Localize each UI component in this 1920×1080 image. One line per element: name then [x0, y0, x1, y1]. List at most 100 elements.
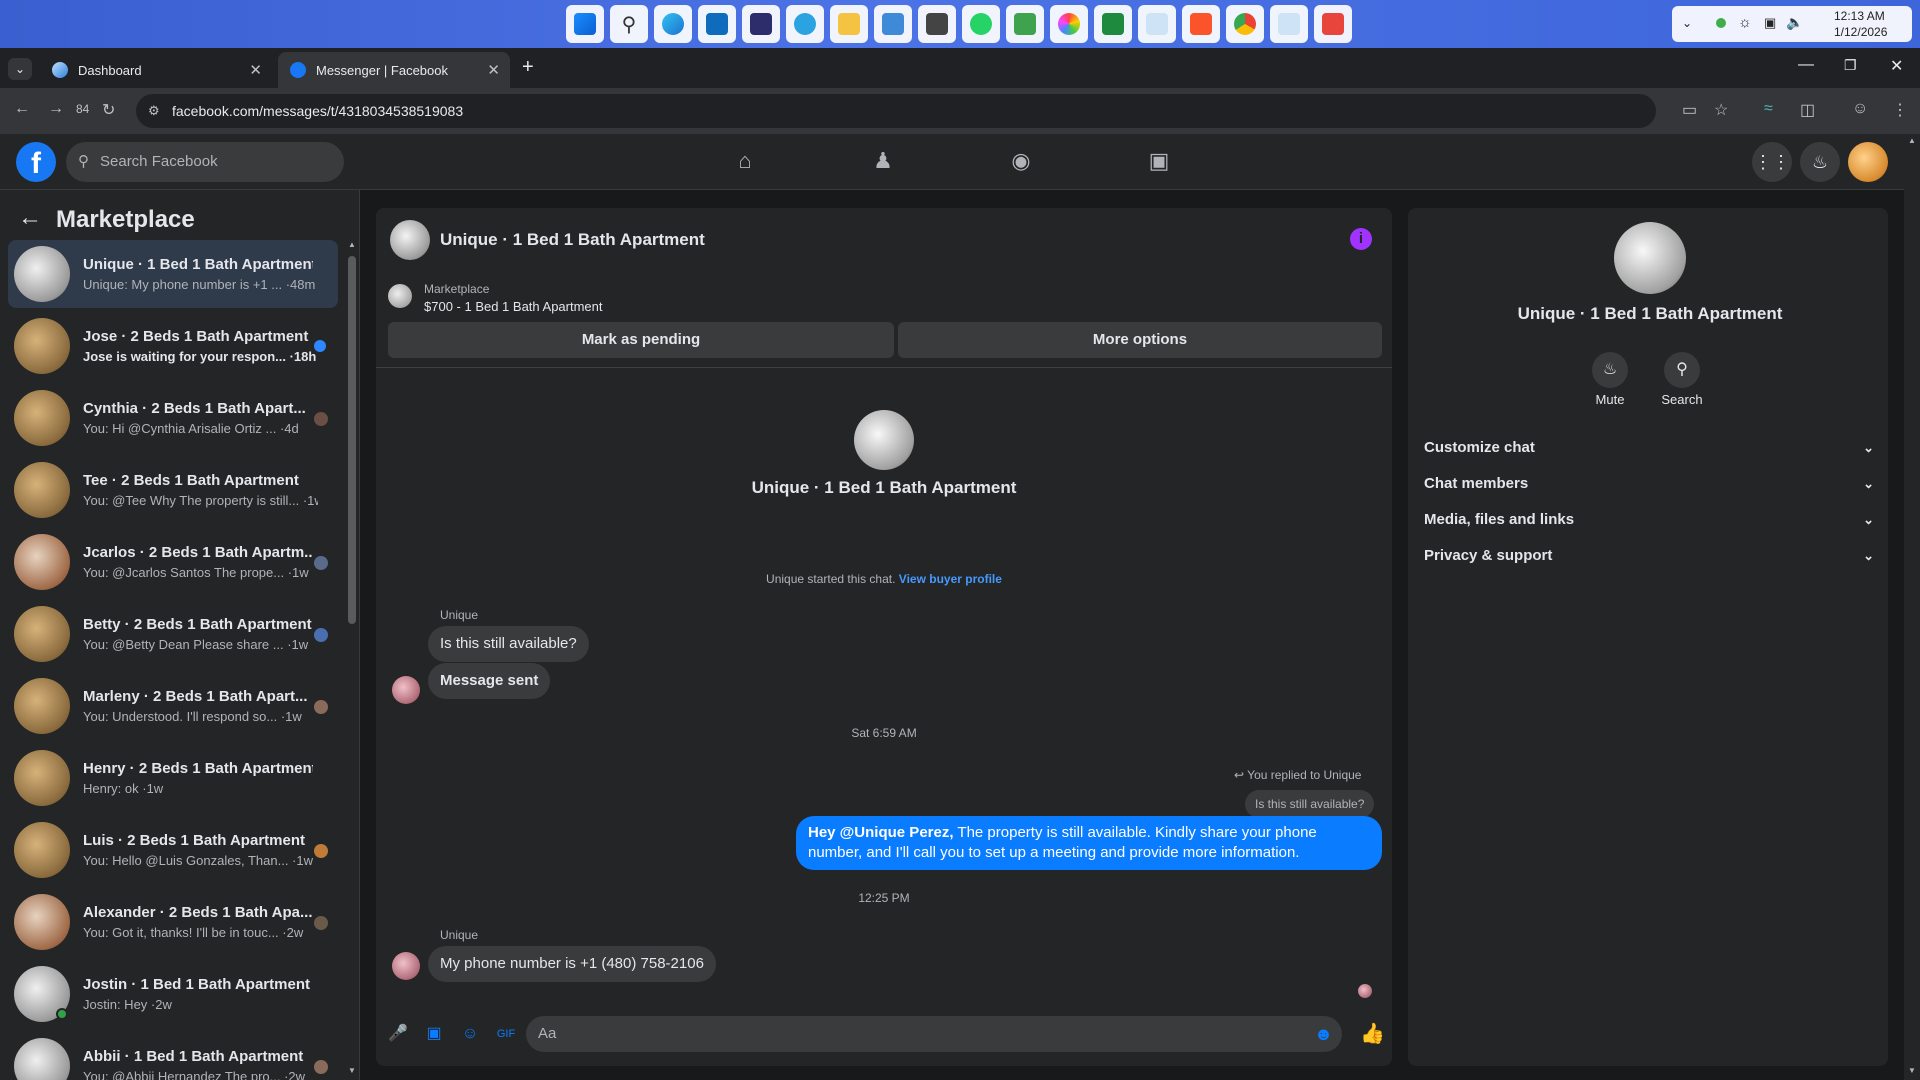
- emoji-icon[interactable]: ☻: [1314, 1016, 1333, 1052]
- back-arrow-icon[interactable]: ←: [18, 204, 42, 232]
- sticker-icon[interactable]: ☺: [460, 1024, 480, 1044]
- conversation-item[interactable]: Cynthia · 2 Beds 1 Bath Apart... You: Hi…: [8, 384, 338, 452]
- chat-avatar[interactable]: [390, 220, 430, 260]
- new-tab-icon[interactable]: +: [522, 56, 534, 79]
- conversation-item[interactable]: Unique · 1 Bed 1 Bath Apartment Unique: …: [8, 240, 338, 308]
- restore-icon[interactable]: ❐: [1844, 57, 1857, 74]
- account-avatar[interactable]: [1848, 142, 1888, 182]
- mute-bell-icon[interactable]: ♨: [1592, 352, 1628, 388]
- privacy-support-section[interactable]: Privacy & support ⌄: [1424, 538, 1874, 574]
- search-icon[interactable]: ⚲: [610, 5, 648, 43]
- reply-quote[interactable]: Is this still available?: [1245, 790, 1375, 818]
- scroll-up-icon[interactable]: ▲: [348, 240, 356, 249]
- tab-search-icon[interactable]: ⌄: [8, 58, 32, 80]
- notifications-bell-icon[interactable]: ♨: [1800, 142, 1840, 182]
- extension-badge[interactable]: 84: [76, 102, 89, 116]
- conversation-list-scrollbar[interactable]: [348, 256, 356, 624]
- edge-icon[interactable]: [654, 5, 692, 43]
- incoming-message[interactable]: Is this still available?: [428, 626, 589, 662]
- microphone-icon[interactable]: 🎤: [388, 1024, 408, 1044]
- close-tab-icon[interactable]: ✕: [249, 61, 262, 79]
- mark-as-pending-button[interactable]: Mark as pending: [388, 322, 894, 358]
- facebook-logo-icon[interactable]: f: [16, 142, 56, 182]
- chat-members-section[interactable]: Chat members ⌄: [1424, 466, 1874, 502]
- conversation-item[interactable]: Jostin · 1 Bed 1 Bath Apartment Jostin: …: [8, 960, 338, 1028]
- facebook-search-input[interactable]: ⚲ Search Facebook: [66, 142, 344, 182]
- chat-title[interactable]: Unique · 1 Bed 1 Bath Apartment: [440, 230, 705, 250]
- brightness-icon[interactable]: ☼: [1738, 14, 1752, 31]
- search-label[interactable]: Search: [1652, 392, 1712, 407]
- mention[interactable]: Hey @Unique Perez,: [808, 824, 954, 841]
- conversation-item[interactable]: Tee · 2 Beds 1 Bath Apartment You: @Tee …: [8, 456, 338, 524]
- extension-icon[interactable]: ≈: [1764, 100, 1773, 118]
- home-icon[interactable]: ⌂: [731, 148, 759, 176]
- outgoing-message[interactable]: Hey @Unique Perez, The property is still…: [796, 816, 1382, 870]
- conversation-item[interactable]: Jcarlos · 2 Beds 1 Bath Apartm... You: @…: [8, 528, 338, 596]
- file-explorer-icon[interactable]: [830, 5, 868, 43]
- tab-dashboard[interactable]: Dashboard ✕: [40, 52, 272, 88]
- sail-app-2-icon[interactable]: [1270, 5, 1308, 43]
- color-app-icon[interactable]: [1050, 5, 1088, 43]
- profile-avatar[interactable]: [1614, 222, 1686, 294]
- mute-label[interactable]: Mute: [1580, 392, 1640, 407]
- message-input[interactable]: Aa ☻: [526, 1016, 1342, 1052]
- address-bar[interactable]: ⚙ facebook.com/messages/t/43180345385190…: [136, 94, 1656, 128]
- gaming-icon[interactable]: ▣: [1145, 148, 1173, 176]
- info-icon[interactable]: i: [1350, 228, 1372, 250]
- clock-time[interactable]: 12:13 AM: [1834, 9, 1885, 23]
- incoming-message[interactable]: Message sent: [428, 663, 551, 699]
- minimize-icon[interactable]: —: [1798, 56, 1814, 74]
- browser-menu-icon[interactable]: ⋮: [1892, 100, 1908, 120]
- extensions-puzzle-icon[interactable]: ◫: [1800, 100, 1815, 120]
- gif-icon[interactable]: GIF: [496, 1024, 516, 1044]
- outlook-icon[interactable]: [698, 5, 736, 43]
- conversation-item[interactable]: Abbii · 1 Bed 1 Bath Apartment You: @Abb…: [8, 1032, 338, 1080]
- photo-icon[interactable]: ▣: [424, 1024, 444, 1044]
- store-icon[interactable]: [742, 5, 780, 43]
- conversation-item[interactable]: Henry · 2 Beds 1 Bath Apartment Henry: o…: [8, 744, 338, 812]
- page-scrollbar[interactable]: ▲ ▼: [1904, 134, 1920, 1080]
- thumbs-up-icon[interactable]: 👍: [1360, 1024, 1385, 1044]
- profile-icon[interactable]: ☺: [1852, 100, 1868, 118]
- sender-avatar[interactable]: [392, 676, 420, 704]
- site-info-icon[interactable]: ⚙: [148, 94, 160, 128]
- incoming-message[interactable]: My phone number is +1 (480) 758-2106: [428, 946, 716, 982]
- vpn-icon[interactable]: [1006, 5, 1044, 43]
- calendar-app-icon[interactable]: [1314, 5, 1352, 43]
- start-icon[interactable]: [566, 5, 604, 43]
- tab-messenger[interactable]: Messenger | Facebook ✕: [278, 52, 510, 88]
- conversation-item[interactable]: Luis · 2 Beds 1 Bath Apartment You: Hell…: [8, 816, 338, 884]
- more-options-button[interactable]: More options: [898, 322, 1382, 358]
- conversation-item[interactable]: Marleny · 2 Beds 1 Bath Apart... You: Un…: [8, 672, 338, 740]
- conversation-item[interactable]: Alexander · 2 Beds 1 Bath Apa... You: Go…: [8, 888, 338, 956]
- close-tab-icon[interactable]: ✕: [487, 61, 500, 79]
- scroll-up-icon[interactable]: ▲: [1908, 136, 1916, 145]
- sail-app-icon[interactable]: [1138, 5, 1176, 43]
- network-icon[interactable]: ▣: [1764, 15, 1776, 31]
- search-icon[interactable]: ⚲: [1664, 352, 1700, 388]
- bookmark-star-icon[interactable]: ☆: [1714, 100, 1728, 120]
- view-buyer-profile-link[interactable]: View buyer profile: [899, 572, 1002, 586]
- brave-icon[interactable]: [1182, 5, 1220, 43]
- window-close-icon[interactable]: ✕: [1890, 56, 1903, 76]
- customize-chat-section[interactable]: Customize chat ⌄: [1424, 430, 1874, 466]
- back-icon[interactable]: ←: [14, 100, 30, 118]
- conversation-item[interactable]: Jose · 2 Beds 1 Bath Apartment Jose is w…: [8, 312, 338, 380]
- chrome-icon[interactable]: [1226, 5, 1264, 43]
- infinity-app-icon[interactable]: [1094, 5, 1132, 43]
- volume-icon[interactable]: 🔈: [1786, 14, 1803, 31]
- groups-icon[interactable]: ◉: [1007, 148, 1035, 176]
- forward-icon[interactable]: →: [48, 100, 64, 118]
- chevron-up-icon[interactable]: ⌄: [1682, 16, 1692, 30]
- sender-avatar[interactable]: [392, 952, 420, 980]
- scroll-down-icon[interactable]: ▼: [1908, 1066, 1916, 1075]
- menu-grid-icon[interactable]: ⋮⋮: [1752, 142, 1792, 182]
- app-icon[interactable]: [918, 5, 956, 43]
- notepad-icon[interactable]: [874, 5, 912, 43]
- telegram-icon[interactable]: [786, 5, 824, 43]
- install-app-icon[interactable]: ▭: [1682, 100, 1697, 120]
- reload-icon[interactable]: ↻: [102, 100, 115, 120]
- clock-date[interactable]: 1/12/2026: [1834, 25, 1887, 39]
- friends-icon[interactable]: ♟: [869, 148, 897, 176]
- conversation-item[interactable]: Betty · 2 Beds 1 Bath Apartment You: @Be…: [8, 600, 338, 668]
